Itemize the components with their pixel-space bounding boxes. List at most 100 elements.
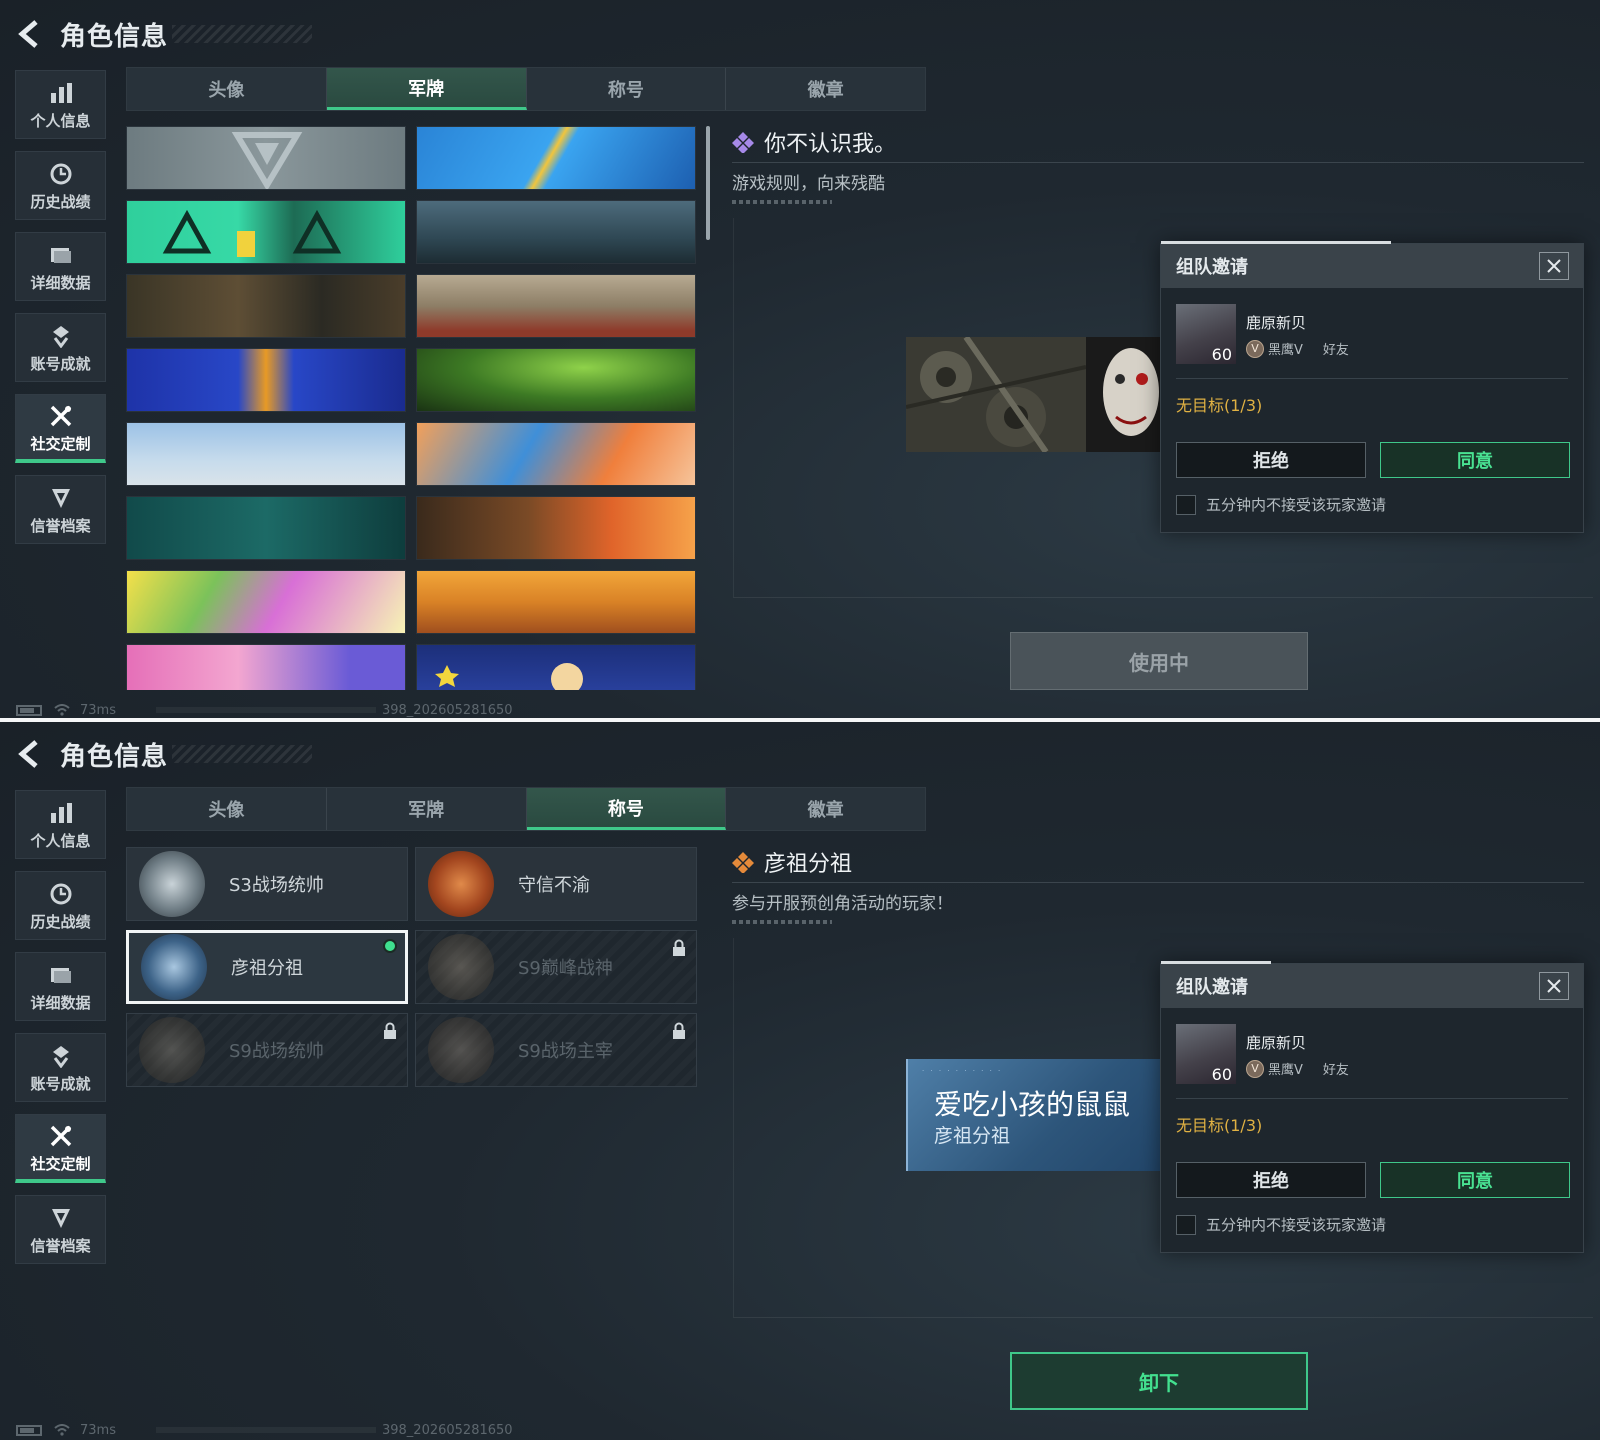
divider <box>732 162 1584 163</box>
dogtag-card[interactable] <box>126 126 406 190</box>
decoration <box>155 1427 376 1433</box>
dogtag-card[interactable] <box>416 422 696 486</box>
selected-indicator-icon <box>383 939 397 953</box>
diamond-icon <box>732 131 754 154</box>
wifi-icon <box>54 1424 70 1436</box>
unequip-button[interactable]: 卸下 <box>1010 1352 1308 1410</box>
sidebar-item-reputation[interactable]: 信誉档案 <box>15 475 106 544</box>
title-card-locked[interactable]: S9战场主宰 <box>415 1013 697 1087</box>
sidebar-label: 历史战绩 <box>30 193 91 211</box>
dogtag-card[interactable] <box>126 348 406 412</box>
sidebar-item-social[interactable]: 社交定制 <box>15 1114 106 1183</box>
tab-avatar[interactable]: 头像 <box>127 68 327 110</box>
sidebar-item-history[interactable]: 历史战绩 <box>15 871 106 940</box>
title-name: S9战场统帅 <box>229 1041 324 1062</box>
title-card-locked[interactable]: S9巅峰战神 <box>415 930 697 1004</box>
invite-status: 无目标(1/3) <box>1176 1116 1263 1135</box>
tab-dogtag[interactable]: 军牌 <box>327 788 527 830</box>
dogtag-card[interactable] <box>126 200 406 264</box>
dogtag-card[interactable] <box>416 644 696 690</box>
sidebar-item-achievements[interactable]: 账号成就 <box>15 313 106 382</box>
dogtag-card[interactable] <box>126 422 406 486</box>
player-rank: 黑鹰V <box>1268 1063 1303 1078</box>
sidebar-item-social[interactable]: 社交定制 <box>15 394 106 463</box>
sidebar-item-details[interactable]: 详细数据 <box>15 952 106 1021</box>
close-icon[interactable] <box>1539 972 1569 1000</box>
title-card[interactable]: 守信不渝 <box>415 847 697 921</box>
player-meta: V 黑鹰V 好友 <box>1246 1059 1349 1078</box>
tab-title[interactable]: 称号 <box>526 788 727 830</box>
dogtag-card[interactable] <box>416 200 696 264</box>
divider <box>732 882 1584 883</box>
tab-bar: 头像 军牌 称号 徽章 <box>126 787 926 831</box>
sidebar-item-achievements[interactable]: 账号成就 <box>15 1033 106 1102</box>
sidebar-item-reputation[interactable]: 信誉档案 <box>15 1195 106 1264</box>
title-card-locked[interactable]: S9战场统帅 <box>126 1013 408 1087</box>
dogtag-card[interactable] <box>126 274 406 338</box>
tab-avatar[interactable]: 头像 <box>127 788 327 830</box>
sidebar-label: 个人信息 <box>30 832 91 850</box>
reject-button[interactable]: 拒绝 <box>1176 1162 1366 1198</box>
battery-icon <box>16 704 42 716</box>
close-icon[interactable] <box>1539 252 1569 280</box>
dogtag-card[interactable] <box>416 126 696 190</box>
tab-badge[interactable]: 徽章 <box>726 68 925 110</box>
sidebar-item-history[interactable]: 历史战绩 <box>15 151 106 220</box>
accept-button[interactable]: 同意 <box>1380 1162 1570 1198</box>
sidebar-label: 个人信息 <box>30 112 91 130</box>
dogtag-card[interactable] <box>416 348 696 412</box>
header: 角色信息 <box>14 734 313 774</box>
tab-dogtag[interactable]: 军牌 <box>326 68 527 110</box>
dogtag-card[interactable] <box>126 496 406 560</box>
status-bar: 73ms 398_202605281650 <box>16 702 513 718</box>
tab-badge[interactable]: 徽章 <box>726 788 925 830</box>
ping-text: 73ms <box>80 1422 116 1438</box>
in-use-button[interactable]: 使用中 <box>1010 632 1308 690</box>
tank-emblem-icon <box>139 851 205 917</box>
mute-checkbox[interactable] <box>1176 1214 1196 1235</box>
sidebar: 个人信息 历史战绩 详细数据 账号成就 社交定制 信誉档案 <box>15 790 106 1276</box>
team-invite-popup: 组队邀请 60 鹿原新贝 V 黑鹰V 好友 无目标(1/3) 拒绝 同意 五分钟… <box>1160 241 1584 533</box>
detail-panel: 彦祖分祖 参与开服预创角活动的玩家！ <box>732 846 1584 924</box>
scales-emblem-icon <box>428 851 494 917</box>
bar-chart-icon <box>46 78 76 108</box>
reject-button[interactable]: 拒绝 <box>1176 442 1366 478</box>
dogtag-card[interactable] <box>416 570 696 634</box>
invite-title: 组队邀请 <box>1176 257 1248 278</box>
title-card-selected[interactable]: 彦祖分祖 <box>126 930 408 1004</box>
back-arrow-icon[interactable] <box>14 19 44 49</box>
player-level: 60 <box>1211 345 1232 364</box>
decoration <box>732 920 832 924</box>
header-decoration <box>172 25 313 43</box>
tab-title[interactable]: 称号 <box>527 68 727 110</box>
player-name: 鹿原新贝 <box>1246 1034 1307 1052</box>
grid-scrollbar[interactable] <box>706 126 710 240</box>
wrench-icon <box>46 1121 76 1151</box>
sidebar-item-details[interactable]: 详细数据 <box>15 232 106 301</box>
sidebar-label: 账号成就 <box>30 1075 91 1093</box>
mute-checkbox-row[interactable]: 五分钟内不接受该玩家邀请 <box>1176 1214 1386 1235</box>
back-arrow-icon[interactable] <box>14 739 44 769</box>
dogtag-card[interactable] <box>126 644 406 690</box>
title-card[interactable]: S3战场统帅 <box>126 847 408 921</box>
detail-title-text: 彦祖分祖 <box>764 852 853 877</box>
detail-title: 你不认识我。 <box>732 126 1584 158</box>
tab-bar: 头像 军牌 称号 徽章 <box>126 67 926 111</box>
shield-icon <box>46 1203 76 1233</box>
dogtag-card[interactable] <box>126 570 406 634</box>
decoration: · · · · · · · · · · <box>922 1067 1003 1075</box>
sidebar-label: 账号成就 <box>30 355 91 373</box>
sidebar-item-profile[interactable]: 个人信息 <box>15 790 106 859</box>
decoration <box>155 707 376 713</box>
dogtag-card[interactable] <box>416 496 696 560</box>
diamond-icon <box>732 851 754 874</box>
title-preview-card: · · · · · · · · · · 爱吃小孩的鼠鼠 彦祖分祖 <box>906 1059 1160 1171</box>
mute-checkbox-row[interactable]: 五分钟内不接受该玩家邀请 <box>1176 494 1386 515</box>
sidebar-item-profile[interactable]: 个人信息 <box>15 70 106 139</box>
accept-button[interactable]: 同意 <box>1380 442 1570 478</box>
dogtag-card[interactable] <box>416 274 696 338</box>
invite-status: 无目标(1/3) <box>1176 396 1263 415</box>
mute-label: 五分钟内不接受该玩家邀请 <box>1206 496 1387 514</box>
mute-checkbox[interactable] <box>1176 494 1196 515</box>
sidebar: 个人信息 历史战绩 详细数据 账号成就 社交定制 信誉档案 <box>15 70 106 556</box>
